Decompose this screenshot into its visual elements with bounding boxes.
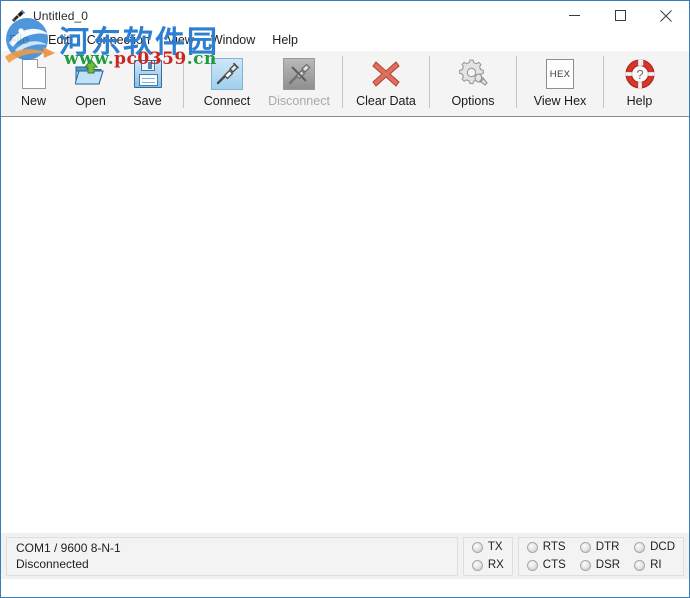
tx-led xyxy=(471,541,483,553)
application-window: Untitled_0 File Edit Connection View Win… xyxy=(0,0,690,598)
led-row-ri: RI xyxy=(634,558,675,573)
save-floppy-icon xyxy=(131,57,165,91)
ri-led xyxy=(634,559,646,571)
rts-led xyxy=(526,541,538,553)
menu-item-file[interactable]: File xyxy=(9,30,38,51)
svg-text:?: ? xyxy=(636,67,643,82)
open-button[interactable]: Open xyxy=(62,51,119,113)
red-x-icon xyxy=(369,57,403,91)
rx-led xyxy=(471,559,483,571)
terminal-output-area[interactable] xyxy=(1,117,689,532)
minimize-icon xyxy=(568,10,580,21)
new-document-icon xyxy=(17,57,51,91)
dsr-led xyxy=(579,559,591,571)
hex-box-icon: HEX xyxy=(543,57,577,91)
disconnect-button[interactable]: Disconnect xyxy=(263,51,335,113)
maximize-icon xyxy=(614,10,626,21)
menu-item-view[interactable]: View xyxy=(167,30,203,51)
open-button-label: Open xyxy=(75,94,106,108)
toolbar-separator-1 xyxy=(183,56,184,108)
led-row-rx: RX xyxy=(471,558,504,573)
dcd-led xyxy=(634,541,646,553)
new-button-label: New xyxy=(20,94,46,108)
minimize-button[interactable] xyxy=(551,1,597,30)
save-button[interactable]: Save xyxy=(119,51,176,113)
save-button-label: Save xyxy=(133,94,162,108)
window-controls xyxy=(551,1,689,30)
new-button[interactable]: New xyxy=(5,51,62,113)
led-column-dcd-ri: DCD RI xyxy=(634,540,675,573)
toolbar-group-viewhex: HEX View Hex xyxy=(524,51,596,116)
options-button-label: Options xyxy=(451,94,495,108)
menu-bar: File Edit Connection View Window Help xyxy=(1,30,689,51)
menu-item-edit[interactable]: Edit xyxy=(48,30,79,51)
dtr-led xyxy=(579,541,591,553)
tx-led-label: TX xyxy=(487,541,503,553)
toolbar-group-help: ? Help xyxy=(611,51,668,116)
toolbar: New Open Save Connect Disconnect Clear D… xyxy=(1,51,689,117)
toolbar-group-options: Options xyxy=(437,51,509,116)
help-button-label: Help xyxy=(626,94,653,108)
maximize-button[interactable] xyxy=(597,1,643,30)
close-icon xyxy=(660,9,672,22)
led-column-txrx: TX RX xyxy=(471,540,504,573)
led-row-rts: RTS xyxy=(526,540,566,555)
cts-led-label: CTS xyxy=(542,559,566,571)
toolbar-separator-2 xyxy=(342,56,343,108)
menu-item-help[interactable]: Help xyxy=(272,30,307,51)
menu-item-window[interactable]: Window xyxy=(211,30,264,51)
connection-status-panel: COM1 / 9600 8-N-1 Disconnected xyxy=(6,536,458,576)
led-row-tx: TX xyxy=(471,540,504,555)
connection-info-text: COM1 / 9600 8-N-1 xyxy=(16,541,121,555)
toolbar-separator-5 xyxy=(603,56,604,108)
clear-data-button-label: Clear Data xyxy=(356,94,416,108)
window-title: Untitled_0 xyxy=(33,8,89,23)
connect-button-label: Connect xyxy=(203,94,251,108)
dtr-led-label: DTR xyxy=(595,541,620,553)
menu-item-connection[interactable]: Connection xyxy=(87,30,159,51)
help-button[interactable]: ? Help xyxy=(611,51,668,113)
toolbar-separator-3 xyxy=(429,56,430,108)
connection-state-text: Disconnected xyxy=(16,557,89,571)
close-button[interactable] xyxy=(643,1,689,30)
rts-led-label: RTS xyxy=(542,541,566,553)
dsr-led-label: DSR xyxy=(595,559,621,571)
led-row-dtr: DTR xyxy=(579,540,620,555)
modem-led-panel: RTS CTS DTR DSR DCD RI xyxy=(517,536,684,576)
rx-led-label: RX xyxy=(487,559,504,571)
led-row-dsr: DSR xyxy=(579,558,621,573)
dcd-led-label: DCD xyxy=(650,541,675,553)
toolbar-group-clear: Clear Data xyxy=(350,51,422,116)
open-folder-icon xyxy=(74,57,108,91)
clear-data-button[interactable]: Clear Data xyxy=(350,51,422,113)
cts-led xyxy=(526,559,538,571)
disconnect-plug-icon xyxy=(282,57,316,91)
connect-plug-icon xyxy=(210,57,244,91)
status-bar: COM1 / 9600 8-N-1 Disconnected TX RX RTS xyxy=(1,532,689,579)
led-column-rts-cts: RTS CTS xyxy=(526,540,566,573)
data-led-panel: TX RX xyxy=(462,536,513,576)
title-bar: Untitled_0 xyxy=(1,1,689,30)
title-bar-left: Untitled_0 xyxy=(1,8,551,24)
serial-plug-icon xyxy=(10,8,26,24)
toolbar-separator-4 xyxy=(516,56,517,108)
led-row-dcd: DCD xyxy=(634,540,675,555)
led-column-dtr-dsr: DTR DSR xyxy=(579,540,621,573)
disconnect-button-label: Disconnect xyxy=(268,94,330,108)
view-hex-button-label: View Hex xyxy=(533,94,587,108)
options-button[interactable]: Options xyxy=(437,51,509,113)
toolbar-group-file: New Open Save xyxy=(5,51,176,116)
life-ring-help-icon: ? xyxy=(623,57,657,91)
connect-button[interactable]: Connect xyxy=(191,51,263,113)
ri-led-label: RI xyxy=(650,559,662,571)
toolbar-group-connection: Connect Disconnect xyxy=(191,51,335,116)
led-row-cts: CTS xyxy=(526,558,566,573)
view-hex-button[interactable]: HEX View Hex xyxy=(524,51,596,113)
gear-wrench-icon xyxy=(456,57,490,91)
